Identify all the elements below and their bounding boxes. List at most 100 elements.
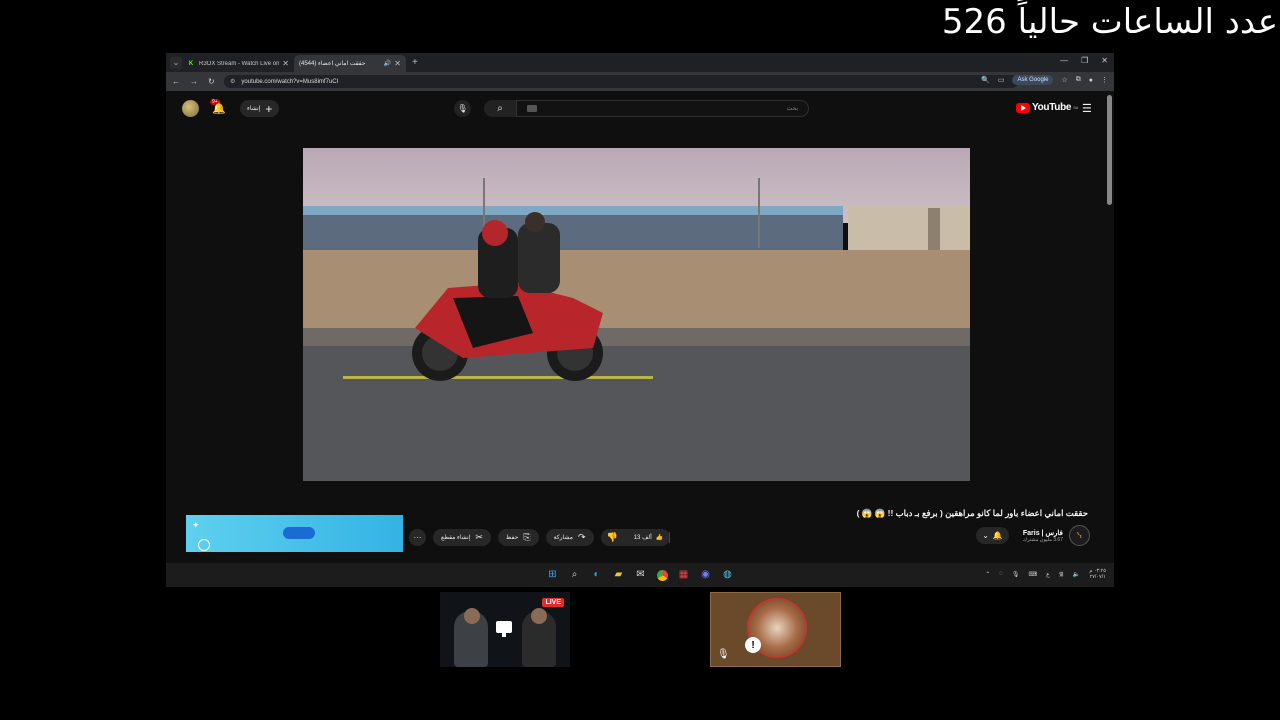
toolbar-actions: 🔍 ▭ Ask Google ☆ ⧉ ● ⋮ — [981, 75, 1108, 85]
tray-app-icon[interactable]: ◌ — [999, 571, 1003, 577]
tab-kick-stream[interactable]: K R3OX Stream - Watch Live on K ✕ — [182, 55, 294, 72]
youtube-page: 9+ 🔔 إنشاء + 🎙 ⌕ بحث YouTube SA ☰ حققت ا… — [166, 91, 1114, 559]
like-dislike-group: 👎 13 ألف 👍 — [600, 529, 671, 546]
menu-dots-icon[interactable]: ⋮ — [1101, 76, 1108, 84]
person-left-head — [464, 608, 480, 624]
channel-meta: فارس | Faris 3.67 مليون مشترك — [1023, 529, 1063, 543]
clip-button[interactable]: إنشاء مقطع ✂ — [433, 529, 491, 546]
kick-icon: K — [188, 60, 194, 67]
clock-date: ٢٧/٠٧/١ — [1089, 574, 1106, 580]
chevron-down-icon: ⌄ — [982, 531, 989, 540]
microphone-icon: 🎙 — [457, 104, 468, 113]
ask-google-button[interactable]: Ask Google — [1012, 75, 1054, 85]
reload-icon[interactable]: ↻ — [208, 77, 215, 86]
taskbar-clock[interactable]: ٠٣:٢٥ م ٢٧/٠٧/١ — [1089, 568, 1106, 580]
file-explorer-icon[interactable]: ▰ — [613, 569, 625, 581]
share-label: مشاركة — [553, 535, 573, 541]
calendar-app-icon[interactable]: ▦ — [678, 569, 690, 581]
back-icon[interactable]: ← — [172, 77, 180, 86]
ad-brand-logo — [283, 527, 315, 539]
share-button[interactable]: مشاركة ↷ — [545, 529, 594, 546]
person-right-head — [531, 608, 547, 624]
logo-text: YouTube — [1032, 102, 1072, 113]
audio-playing-icon[interactable]: 🔊 — [384, 60, 391, 67]
close-tab-icon[interactable]: ✕ — [394, 59, 401, 68]
video-actions: ··· إنشاء مقطع ✂ حفظ ⎘ مشاركة ↷ 👎 13 ألف… — [409, 529, 671, 546]
zoom-icon[interactable]: 🔍 — [981, 76, 990, 84]
tray-overflow-icon[interactable]: ⌃ — [985, 571, 990, 578]
mic-tray-icon[interactable]: 🎙 — [1012, 571, 1020, 578]
screen-share-icon — [496, 621, 512, 637]
tab-youtube-video[interactable]: حققت اماني اعضاء (4544) 🔊 ✕ — [294, 55, 406, 101]
subscribed-button[interactable]: 🔔 ⌄ — [976, 527, 1009, 544]
channel-name[interactable]: فارس | Faris — [1023, 529, 1063, 537]
live-badge: LIVE — [542, 598, 564, 607]
mail-icon[interactable]: ✉ — [635, 569, 647, 581]
youtube-logo[interactable]: YouTube SA — [1016, 102, 1078, 113]
profile-icon[interactable]: ● — [1089, 77, 1093, 84]
dislike-icon[interactable]: 👎 — [601, 532, 626, 543]
close-tab-icon[interactable]: ✕ — [282, 59, 289, 68]
hours-counter-overlay: عدد الساعات حالياً 526 — [941, 2, 1278, 42]
bookmark-star-icon[interactable]: ☆ — [1061, 76, 1067, 84]
taskbar-search-icon[interactable]: ⌕ — [569, 569, 581, 581]
system-tray: ⌃ ◌ 🎙 ⌨ ع ᯾ 🔈 ٠٣:٢٥ م ٢٧/٠٧/١ — [985, 568, 1106, 580]
sponsored-ad-banner[interactable]: ✦ — [186, 515, 403, 552]
edge-icon[interactable]: ◐ — [591, 569, 603, 581]
wifi-icon[interactable]: ᯾ — [1059, 570, 1064, 578]
create-label: إنشاء — [247, 106, 261, 112]
like-button[interactable]: 13 ألف 👍 — [626, 532, 671, 543]
chrome-icon[interactable] — [656, 569, 668, 581]
account-avatar[interactable] — [182, 100, 199, 117]
save-label: حفظ — [505, 535, 519, 541]
search-placeholder: بحث — [786, 106, 798, 112]
search-input[interactable]: بحث — [516, 100, 809, 117]
camera-off-tile — [575, 592, 705, 667]
voice-search-button[interactable]: 🎙 — [454, 100, 471, 117]
streamer-camera-live: LIVE — [440, 592, 570, 667]
subscriber-count: 3.67 مليون مشترك — [1022, 536, 1063, 543]
hamburger-menu-icon[interactable]: ☰ — [1082, 102, 1092, 115]
language-indicator[interactable]: ع — [1046, 571, 1050, 578]
bookmark-icon: ⎘ — [523, 532, 531, 542]
browser-window: ⌄ K R3OX Stream - Watch Live on K ✕ حققت… — [166, 53, 1114, 587]
decorative-ring — [198, 539, 210, 551]
start-menu-icon[interactable]: ⊞ — [547, 569, 559, 581]
search-button[interactable]: ⌕ — [484, 100, 516, 117]
maximize-icon[interactable]: ❐ — [1081, 56, 1088, 65]
participant-avatar-tile: ! 🎙 — [710, 592, 841, 667]
cast-icon[interactable]: ▭ — [998, 76, 1005, 84]
level-badge-icon: ! — [745, 637, 761, 653]
scissors-icon: ✂ — [475, 532, 483, 542]
tab-title: حققت اماني اعضاء (4544) — [299, 61, 366, 67]
bell-icon: 🔔 — [992, 531, 1003, 540]
extensions-icon[interactable]: ⧉ — [1076, 76, 1081, 84]
tab-title: R3OX Stream - Watch Live on K — [199, 60, 280, 67]
keyboard-icon[interactable] — [527, 105, 537, 112]
more-dots-icon: ··· — [413, 533, 422, 542]
window-controls: — ❐ ✕ — [1060, 56, 1108, 65]
tab-search-icon[interactable]: ⌄ — [170, 56, 182, 69]
volume-icon[interactable]: 🔈 — [1073, 571, 1080, 578]
muted-mic-icon: 🎙 — [717, 649, 730, 660]
create-button[interactable]: إنشاء + — [240, 100, 280, 117]
bell-icon[interactable]: 🔔 — [212, 102, 226, 115]
video-frame — [303, 148, 970, 481]
more-actions-button[interactable]: ··· — [409, 529, 426, 546]
thumbs-up-icon: 👍 — [655, 535, 664, 541]
minimize-icon[interactable]: — — [1060, 56, 1068, 65]
close-window-icon[interactable]: ✕ — [1101, 56, 1108, 65]
forward-icon[interactable]: → — [190, 77, 198, 86]
save-button[interactable]: حفظ ⎘ — [497, 529, 539, 546]
address-bar[interactable]: ⚙ youtube.com/watch?v=Mus8imf7uCI — [224, 75, 1018, 88]
search-icon: ⌕ — [497, 103, 503, 114]
app-icon[interactable]: ◍ — [722, 569, 734, 581]
site-info-icon[interactable]: ⚙ — [230, 78, 235, 85]
channel-avatar[interactable]: ᓭ — [1069, 525, 1090, 546]
keyboard-tray-icon[interactable]: ⌨ — [1029, 571, 1038, 578]
new-tab-button[interactable]: + — [412, 57, 418, 68]
page-scrollbar[interactable] — [1107, 95, 1112, 205]
discord-icon[interactable]: ◉ — [700, 569, 712, 581]
video-player[interactable] — [303, 148, 970, 481]
sparkle-icon: ✦ — [192, 520, 200, 530]
